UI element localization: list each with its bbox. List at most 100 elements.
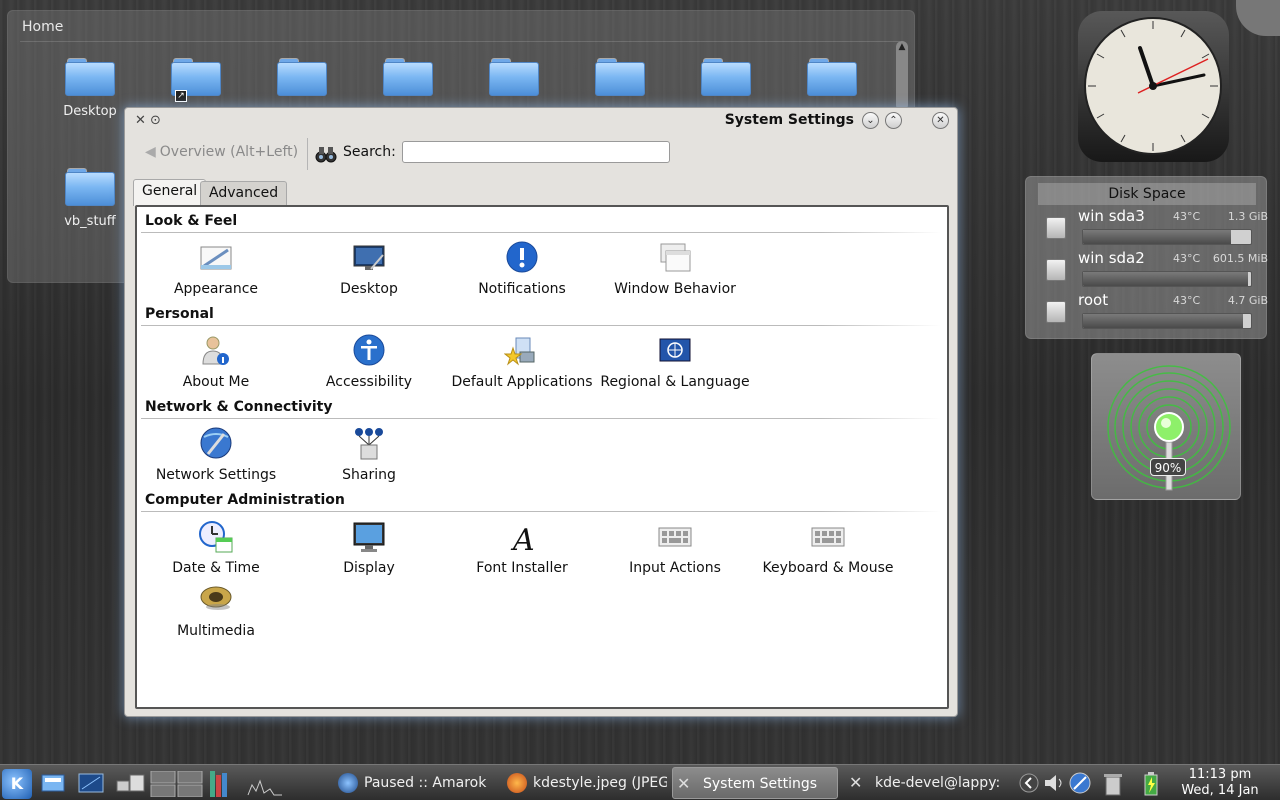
- window-titlebar[interactable]: ✕ ⊙ System Settings ⌄ ⌃ ✕: [125, 108, 957, 134]
- folder-view-title: Home: [22, 19, 64, 35]
- folder-item[interactable]: ↗: [156, 58, 236, 104]
- file-manager-icon[interactable]: [40, 771, 66, 795]
- folder-view-scrollbar[interactable]: ▲: [896, 41, 908, 111]
- system-settings-window: ✕ ⊙ System Settings ⌄ ⌃ ✕ ◀ Overview (Alt…: [124, 107, 958, 717]
- show-desktop-icon[interactable]: [78, 771, 104, 795]
- task-system-settings[interactable]: ✕ System Settings: [672, 767, 838, 799]
- folder-icon: [65, 58, 115, 96]
- folder-item[interactable]: [474, 58, 554, 104]
- item-notifications[interactable]: Notifications: [447, 241, 597, 297]
- volume-icon[interactable]: [1042, 771, 1066, 795]
- overview-back-button[interactable]: ◀ Overview (Alt+Left): [145, 144, 298, 160]
- tray-clock-date: Wed, 14 Jan: [1181, 783, 1259, 798]
- network-settings-icon: [198, 427, 234, 461]
- input-actions-icon: [657, 520, 693, 554]
- item-label: Appearance: [173, 281, 259, 297]
- item-window-behavior[interactable]: Window Behavior: [600, 241, 750, 297]
- task-label: System Settings: [703, 776, 818, 792]
- network-tray-icon[interactable]: [1068, 771, 1092, 795]
- kde-menu-icon[interactable]: K: [2, 769, 32, 799]
- desktop-toolbox-icon[interactable]: [1236, 0, 1280, 36]
- folder-item[interactable]: [368, 58, 448, 104]
- disk-size: 1.3 GiB: [1227, 210, 1268, 223]
- date-time-icon: [198, 520, 234, 554]
- harddisk-icon: [1046, 259, 1066, 281]
- minimize-icon[interactable]: ⌄: [862, 112, 879, 129]
- battery-icon[interactable]: [1138, 771, 1164, 796]
- wifi-signal-widget: 90%: [1091, 353, 1241, 500]
- disk-temp: 43°C: [1173, 252, 1201, 265]
- regional-language-icon: [657, 334, 693, 368]
- disk-row: root 43°C 4.7 GiB: [1046, 291, 1268, 331]
- item-input-actions[interactable]: Input Actions: [600, 520, 750, 576]
- tray-arrow-icon[interactable]: [1018, 771, 1040, 795]
- item-keyboard-mouse[interactable]: Keyboard & Mouse: [753, 520, 903, 576]
- folder-item[interactable]: [580, 58, 660, 104]
- trash-icon[interactable]: [1100, 771, 1126, 796]
- tab-general[interactable]: General: [133, 179, 207, 206]
- item-regional-language[interactable]: Regional & Language: [600, 334, 750, 390]
- tab-general-label: General: [142, 183, 198, 199]
- sharing-icon: [351, 427, 387, 461]
- item-label: Display: [343, 560, 395, 576]
- search-input[interactable]: [402, 141, 670, 163]
- item-multimedia[interactable]: Multimedia: [141, 583, 291, 639]
- tray-clock[interactable]: 11:13 pm Wed, 14 Jan: [1172, 765, 1268, 799]
- analog-clock-widget: [1078, 11, 1229, 162]
- folder-desktop[interactable]: Desktop: [50, 58, 130, 119]
- window-menu-icon[interactable]: ✕ ⊙: [135, 113, 161, 128]
- folder-item[interactable]: [792, 58, 872, 104]
- folder-item[interactable]: [262, 58, 342, 104]
- item-accessibility[interactable]: Accessibility: [294, 334, 444, 390]
- item-label: Accessibility: [325, 374, 413, 390]
- item-label: Font Installer: [476, 560, 568, 576]
- folder-item[interactable]: [686, 58, 766, 104]
- taskbar: K Paused :: Amarok kdestyle.jpeg (JPEG ✕…: [0, 764, 1280, 800]
- about-me-icon: [198, 334, 234, 368]
- item-label: Keyboard & Mouse: [762, 560, 894, 576]
- settings-tools-icon: ✕: [677, 774, 691, 793]
- accessibility-icon: [351, 334, 387, 368]
- section-divider: [141, 232, 941, 233]
- disk-name: win sda3: [1078, 207, 1145, 225]
- item-label: Sharing: [342, 467, 396, 483]
- task-konsole[interactable]: ✕ kde-devel@lappy: ~: [845, 767, 1005, 799]
- tab-advanced[interactable]: Advanced: [200, 181, 288, 205]
- scroll-up-icon[interactable]: ▲: [896, 41, 908, 53]
- section-personal: Personal: [145, 306, 214, 322]
- maximize-icon[interactable]: ⌃: [885, 112, 902, 129]
- tray-clock-time: 11:13 pm: [1188, 767, 1252, 782]
- item-about-me[interactable]: About Me: [141, 334, 291, 390]
- folder-icon: [277, 58, 327, 96]
- toolbar-separator: [307, 138, 308, 170]
- item-network-settings[interactable]: Network Settings: [141, 427, 291, 483]
- task-label: kde-devel@lappy: ~: [875, 775, 1005, 791]
- folder-vb-stuff[interactable]: vb_stuff: [50, 168, 130, 229]
- item-display[interactable]: Display: [294, 520, 444, 576]
- section-divider: [141, 418, 941, 419]
- disk-row: win sda2 43°C 601.5 MiB: [1046, 249, 1268, 289]
- item-label: Input Actions: [629, 560, 721, 576]
- item-date-time[interactable]: Date & Time: [141, 520, 291, 576]
- item-default-applications[interactable]: Default Applications: [447, 334, 597, 390]
- item-label: Desktop: [340, 281, 398, 297]
- task-gwenview[interactable]: kdestyle.jpeg (JPEG: [503, 767, 667, 799]
- item-sharing[interactable]: Sharing: [294, 427, 444, 483]
- item-label: About Me: [182, 374, 250, 390]
- font-installer-icon: A: [504, 520, 540, 558]
- display-icon: [351, 520, 387, 554]
- item-appearance[interactable]: Appearance: [141, 241, 291, 297]
- disk-usage-bar: [1082, 271, 1252, 287]
- item-font-installer[interactable]: A Font Installer: [447, 520, 597, 576]
- item-desktop[interactable]: Desktop: [294, 241, 444, 297]
- pager-icon[interactable]: [150, 770, 203, 798]
- close-icon[interactable]: ✕: [932, 112, 949, 129]
- section-look-feel: Look & Feel: [145, 213, 238, 229]
- folder-label: Desktop: [63, 104, 117, 119]
- wifi-signal-value: 90%: [1150, 458, 1186, 476]
- item-label: Default Applications: [451, 374, 593, 390]
- task-amarok[interactable]: Paused :: Amarok: [334, 767, 494, 799]
- system-tools-icon[interactable]: [116, 771, 145, 795]
- window-title: System Settings: [724, 112, 854, 128]
- amarok-icon: [338, 773, 358, 793]
